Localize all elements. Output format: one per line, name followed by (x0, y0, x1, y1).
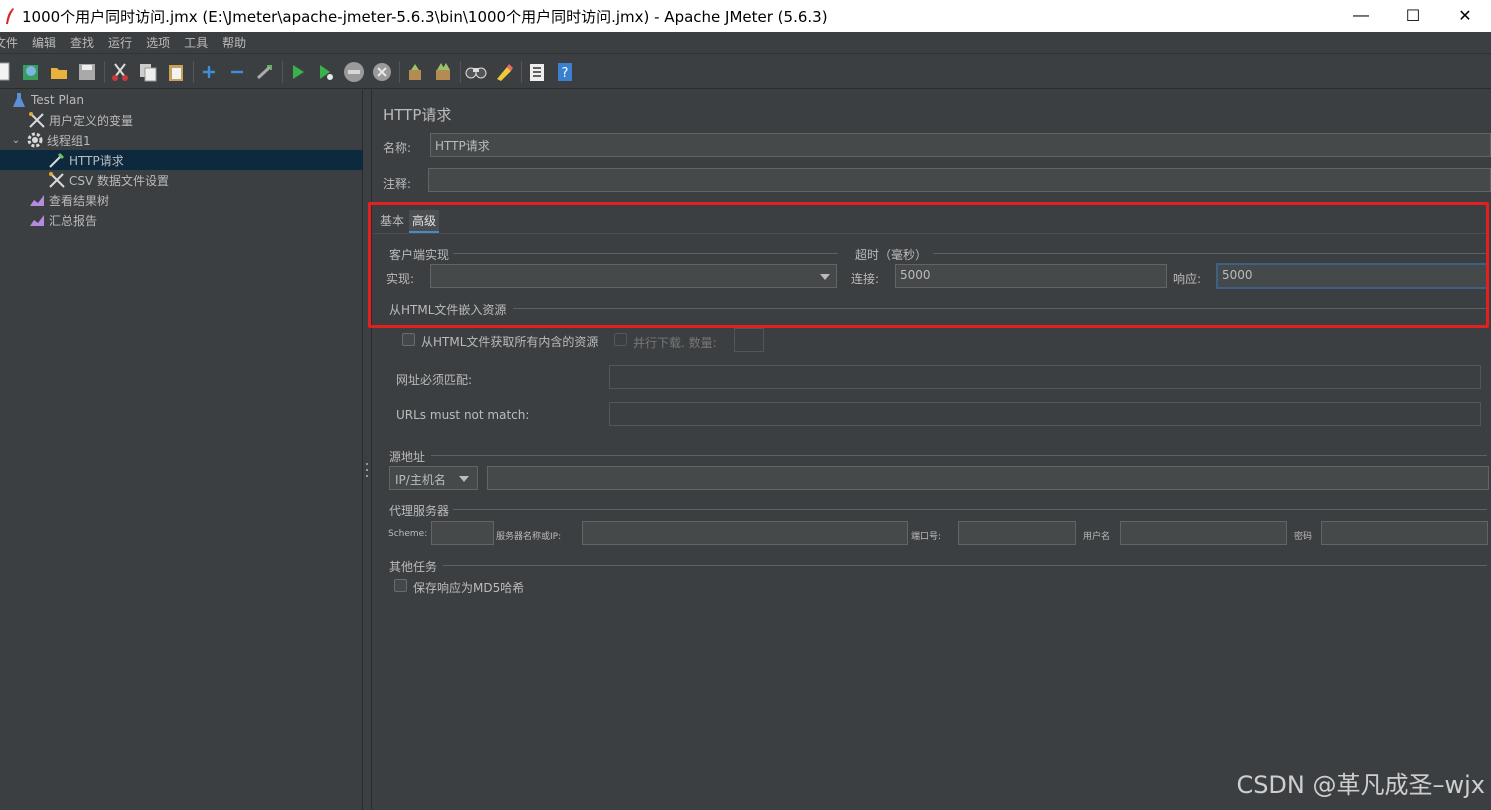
start-icon[interactable] (287, 61, 309, 83)
menu-bar: 文件 编辑 查找 运行 选项 工具 帮助 (0, 32, 1491, 54)
proxy-user-field[interactable] (1120, 521, 1287, 545)
tree-item-results-tree[interactable]: 查看结果树 (0, 190, 363, 210)
retrieve-resources-label: 从HTML文件获取所有内含的资源 (421, 335, 599, 349)
parallel-count-field[interactable] (734, 328, 764, 352)
chevron-down-icon[interactable]: ⌄ (10, 135, 22, 146)
url-match-field[interactable] (609, 365, 1481, 389)
sampler-icon (48, 151, 66, 169)
url-match-label: 网址必须匹配: (396, 373, 473, 387)
toolbar: ? (0, 55, 1491, 89)
retrieve-resources-checkbox[interactable] (402, 333, 415, 346)
toggle-icon[interactable] (254, 61, 276, 83)
chevron-down-icon (459, 476, 469, 482)
test-plan-tree: Test Plan 用户定义的变量 ⌄ 线程组1 HTTP请求 CSV 数据文件… (0, 90, 363, 810)
tree-item-label: 用户定义的变量 (49, 113, 134, 128)
clear-all-icon[interactable] (432, 61, 454, 83)
test-plan-icon (10, 91, 28, 109)
tree-item-label: Test Plan (31, 93, 84, 107)
menu-tools[interactable]: 工具 (177, 34, 215, 51)
proxy-password-label: 密码 (1294, 532, 1313, 542)
title-bar: 1000个用户同时访问.jmx (E:\Jmeter\apache-jmeter… (0, 0, 1491, 32)
md5-checkbox[interactable] (394, 579, 407, 592)
scheme-label: Scheme: (388, 529, 428, 539)
name-field[interactable]: HTTP请求 (430, 133, 1491, 157)
comment-label: 注释: (383, 177, 412, 191)
collapse-icon[interactable] (226, 61, 248, 83)
highlight-annotation (368, 202, 1489, 328)
search-icon[interactable] (465, 61, 487, 83)
name-label: 名称: (383, 141, 412, 155)
parallel-download-checkbox[interactable] (614, 333, 627, 346)
http-request-panel: HTTP请求 名称: HTTP请求 注释: ··· 基本 高级 客户端实现 实现… (373, 90, 1491, 810)
menu-help[interactable]: 帮助 (215, 34, 253, 51)
stop-icon[interactable] (343, 61, 365, 83)
proxy-port-field[interactable] (958, 521, 1076, 545)
proxy-password-field[interactable] (1321, 521, 1488, 545)
listener-icon (28, 211, 46, 229)
listener-icon (28, 191, 46, 209)
comment-field[interactable] (428, 168, 1491, 192)
clear-icon[interactable] (404, 61, 426, 83)
url-not-match-field[interactable] (609, 402, 1481, 426)
templates-icon[interactable] (20, 61, 42, 83)
save-icon[interactable] (76, 61, 98, 83)
maximize-button[interactable]: ☐ (1387, 0, 1439, 32)
source-address-group-title: 源地址 (389, 450, 426, 464)
reset-search-icon[interactable] (493, 61, 515, 83)
expand-icon[interactable] (198, 61, 220, 83)
split-pane-divider[interactable] (363, 90, 372, 810)
source-type-select[interactable]: IP/主机名 (389, 466, 478, 490)
proxy-port-label: 端口号: (911, 532, 942, 542)
tree-item-test-plan[interactable]: Test Plan (0, 90, 363, 110)
scheme-field[interactable] (431, 521, 494, 545)
config-icon (48, 171, 66, 189)
tree-item-thread-group[interactable]: ⌄ 线程组1 (0, 130, 363, 150)
config-icon (28, 111, 46, 129)
tree-item-http-request[interactable]: HTTP请求 (0, 150, 363, 170)
watermark: CSDN @革凡成圣–wjx (1236, 771, 1485, 799)
close-button[interactable]: ✕ (1439, 0, 1491, 32)
tree-item-label: 查看结果树 (49, 193, 110, 208)
svg-text:?: ? (562, 66, 569, 81)
tree-item-label: 汇总报告 (49, 213, 98, 228)
menu-edit[interactable]: 编辑 (25, 34, 63, 51)
proxy-server-field[interactable] (582, 521, 908, 545)
shutdown-icon[interactable] (371, 61, 393, 83)
menu-file[interactable]: 文件 (0, 34, 25, 51)
source-address-field[interactable] (487, 466, 1489, 490)
tree-item-label: 线程组1 (47, 133, 91, 148)
proxy-server-label: 服务器名称或IP: (496, 532, 562, 542)
md5-label: 保存响应为MD5哈希 (413, 581, 525, 595)
gear-icon (26, 131, 44, 149)
new-icon[interactable] (0, 61, 14, 83)
menu-run[interactable]: 运行 (101, 34, 139, 51)
menu-search[interactable]: 查找 (63, 34, 101, 51)
tree-item-csv-config[interactable]: CSV 数据文件设置 (0, 170, 363, 190)
copy-icon[interactable] (137, 61, 159, 83)
proxy-user-label: 用户名 (1083, 532, 1111, 542)
jmeter-feather-icon (2, 6, 18, 26)
function-helper-icon[interactable] (526, 61, 548, 83)
tree-item-label: HTTP请求 (69, 153, 124, 168)
menu-options[interactable]: 选项 (139, 34, 177, 51)
tree-item-label: CSV 数据文件设置 (69, 173, 170, 188)
window-title: 1000个用户同时访问.jmx (E:\Jmeter\apache-jmeter… (22, 7, 828, 26)
proxy-group-title: 代理服务器 (389, 504, 450, 518)
tree-item-summary-report[interactable]: 汇总报告 (0, 210, 363, 230)
parallel-download-label: 并行下载. 数量: (633, 336, 717, 350)
help-icon[interactable]: ? (554, 61, 576, 83)
panel-title: HTTP请求 (383, 106, 452, 124)
url-not-match-label: URLs must not match: (396, 408, 530, 422)
other-tasks-group-title: 其他任务 (389, 560, 438, 574)
minimize-button[interactable]: — (1335, 0, 1387, 32)
cut-icon[interactable] (109, 61, 131, 83)
start-no-pause-icon[interactable] (315, 61, 337, 83)
paste-icon[interactable] (165, 61, 187, 83)
open-icon[interactable] (48, 61, 70, 83)
tree-item-user-variables[interactable]: 用户定义的变量 (0, 110, 363, 130)
